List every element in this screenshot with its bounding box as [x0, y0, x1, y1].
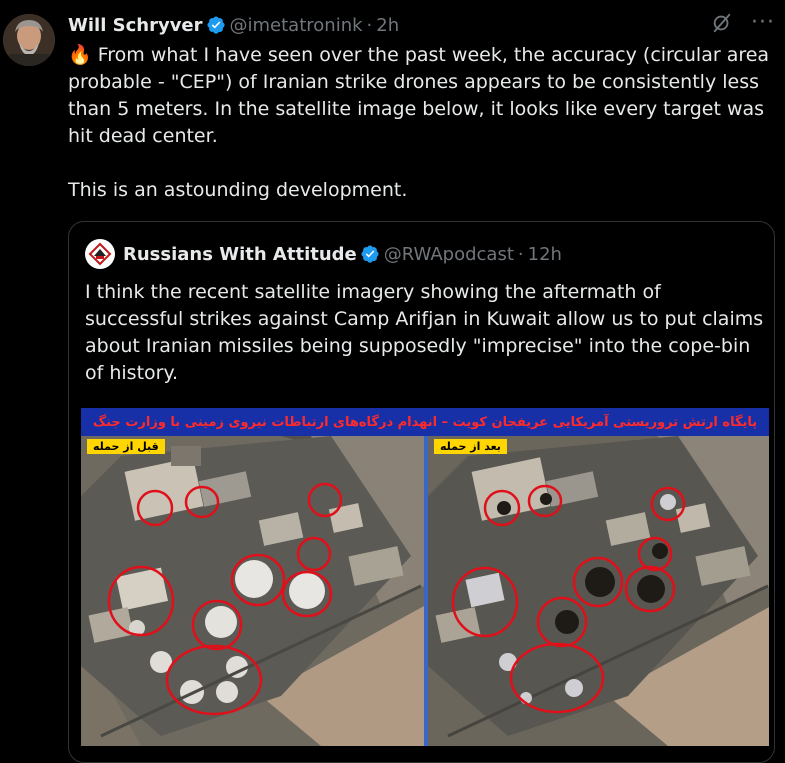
author-name[interactable]: Will Schryver	[68, 15, 203, 36]
tweet-header: Will Schryver @imetatronink · 2h	[68, 12, 399, 38]
verified-badge-icon	[361, 245, 379, 263]
panel-after: بعد از حمله	[428, 436, 769, 746]
tweet-actions-top: ···	[711, 12, 775, 34]
tweet-body: From what I have seen over the past week…	[68, 44, 770, 201]
grok-icon[interactable]	[711, 12, 733, 34]
quoted-author-handle[interactable]: @RWApodcast	[384, 244, 514, 265]
author-handle[interactable]: @imetatronink	[230, 15, 363, 36]
quoted-text: I think the recent satellite imagery sho…	[85, 281, 764, 384]
quoted-author-name[interactable]: Russians With Attitude	[123, 244, 357, 265]
label-after: بعد از حمله	[434, 439, 507, 454]
banner-text: پایگاه ارتش تروریستی آمریکایی عریفجان کو…	[92, 414, 758, 430]
verified-badge-icon	[206, 16, 225, 34]
quoted-avatar[interactable]	[85, 239, 115, 269]
tweet-text: 🔥 From what I have seen over the past we…	[68, 42, 778, 204]
satellite-image[interactable]: پایگاه ارتش تروریستی آمریکایی عریفجان کو…	[81, 408, 769, 746]
quoted-avatar-logo	[86, 240, 114, 268]
timestamp[interactable]: 2h	[376, 15, 399, 36]
dot-separator: ·	[366, 14, 373, 36]
after-satellite-photo	[428, 436, 769, 746]
label-before: قبل از حمله	[87, 439, 165, 454]
quoted-header: Russians With Attitude @RWApodcast · 12h	[85, 238, 562, 270]
more-icon[interactable]: ···	[751, 12, 775, 34]
avatar-photo	[3, 14, 55, 66]
fire-emoji: 🔥	[68, 44, 92, 66]
tweet[interactable]: Will Schryver @imetatronink · 2h ··· 🔥 F…	[0, 0, 785, 763]
panel-before: قبل از حمله	[81, 436, 424, 746]
quoted-timestamp[interactable]: 12h	[528, 244, 562, 265]
quoted-tweet[interactable]: Russians With Attitude @RWApodcast · 12h…	[68, 221, 775, 763]
image-banner: پایگاه ارتش تروریستی آمریکایی عریفجان کو…	[81, 408, 769, 436]
avatar[interactable]	[3, 14, 55, 66]
dot-separator: ·	[517, 243, 524, 265]
before-satellite-photo	[81, 436, 424, 746]
